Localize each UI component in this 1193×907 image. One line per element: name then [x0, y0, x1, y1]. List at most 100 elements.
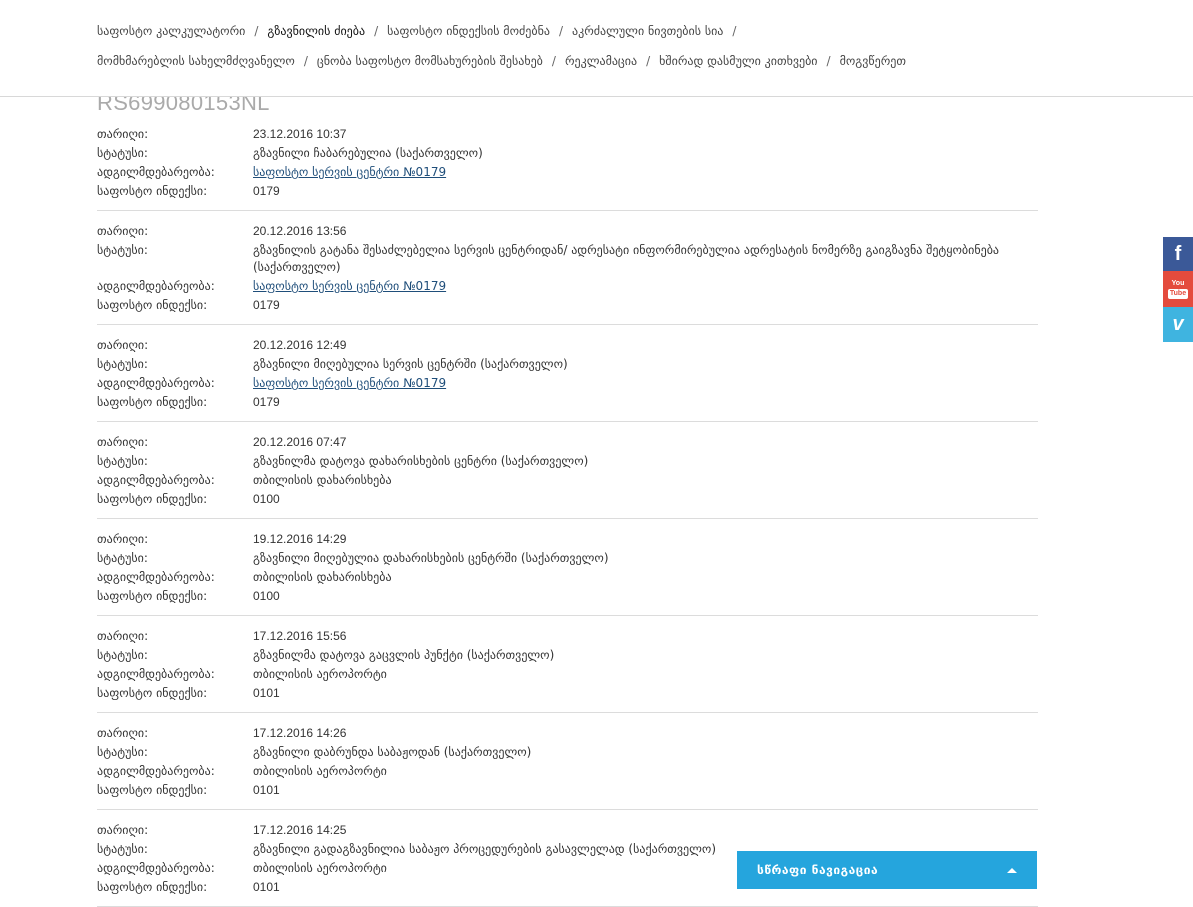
location-value: თბილისის დახარისხება	[253, 570, 392, 584]
youtube-button[interactable]: You Tube	[1163, 271, 1193, 307]
index-row: საფოსტო ინდექსი: 0179	[97, 296, 1038, 315]
location-row: ადგილმდებარეობა: თბილისის აეროპორტი	[97, 665, 1038, 684]
index-label: საფოსტო ინდექსი:	[97, 589, 208, 603]
postal-index-value: 0179	[253, 298, 280, 312]
date-value: 19.12.2016 14:29	[253, 532, 347, 546]
nav-row-2: მომხმარებლის სახელმძღვანელო / ცნობა საფოსტ…	[97, 54, 906, 68]
nav-link[interactable]: საფოსტო ინდექსის მოძებნა	[387, 24, 550, 38]
chevron-up-icon	[1007, 867, 1017, 873]
location-row: ადგილმდებარეობა: თბილისის დახარისხება	[97, 471, 1038, 490]
location-value: თბილისის აეროპორტი	[253, 667, 387, 681]
tracking-history: თარიღი: 23.12.2016 10:37 სტატუსი: გზავნილი …	[97, 121, 1038, 907]
index-row: საფოსტო ინდექსი: 0101	[97, 781, 1038, 800]
date-row: თარიღი: 23.12.2016 10:37	[97, 125, 1038, 144]
date-value: 23.12.2016 10:37	[253, 127, 347, 141]
location-label: ადგილმდებარეობა:	[97, 667, 215, 681]
location-label: ადგილმდებარეობა:	[97, 165, 215, 179]
social-sidebar: f You Tube v	[1163, 237, 1193, 342]
status-value: გზავნილი დაბრუნდა საბაჟოდან (საქართველო)	[253, 745, 532, 759]
facebook-icon: f	[1174, 242, 1182, 265]
tracking-event: თარიღი: 20.12.2016 07:47 სტატუსი: გზავნილმა…	[97, 422, 1038, 519]
facebook-button[interactable]: f	[1163, 237, 1193, 271]
nav-link[interactable]: ხშირად დასმული კითხვები	[659, 54, 817, 68]
location-link[interactable]: საფოსტო სერვის ცენტრი №0179	[253, 376, 446, 390]
status-row: სტატუსი: გზავნილი დაბრუნდა საბაჟოდან (საქ…	[97, 743, 1038, 762]
index-label: საფოსტო ინდექსი:	[97, 492, 208, 506]
status-label: სტატუსი:	[97, 357, 148, 371]
postal-index-value: 0179	[253, 395, 280, 409]
nav-separator: /	[826, 54, 831, 68]
nav-link[interactable]: მოგვწერეთ	[840, 54, 906, 68]
status-row: სტატუსი: გზავნილი მიღებულია დახარისხების …	[97, 549, 1038, 568]
nav-link[interactable]: გზავნილის ძიება	[267, 24, 365, 38]
nav-separator: /	[374, 24, 379, 38]
index-row: საფოსტო ინდექსი: 0100	[97, 490, 1038, 509]
date-row: თარიღი: 19.12.2016 14:29	[97, 530, 1038, 549]
top-navigation: საფოსტო კალკულატორი / გზავნილის ძიება / საფო…	[0, 0, 1193, 97]
index-label: საფოსტო ინდექსი:	[97, 880, 208, 894]
location-row: ადგილმდებარეობა: საფოსტო სერვის ცენტრი №0…	[97, 163, 1038, 182]
status-label: სტატუსი:	[97, 454, 148, 468]
location-row: ადგილმდებარეობა: თბილისის აეროპორტი	[97, 762, 1038, 781]
index-row: საფოსტო ინდექსი: 0179	[97, 393, 1038, 412]
nav-separator: /	[303, 54, 308, 68]
location-row: ადგილმდებარეობა: თბილისის დახარისხება	[97, 568, 1038, 587]
nav-row-1: საფოსტო კალკულატორი / გზავნილის ძიება / საფო…	[97, 24, 745, 38]
nav-separator: /	[646, 54, 651, 68]
date-value: 17.12.2016 14:26	[253, 726, 347, 740]
index-label: საფოსტო ინდექსი:	[97, 298, 208, 312]
location-row: ადგილმდებარეობა: საფოსტო სერვის ცენტრი №0…	[97, 277, 1038, 296]
quick-navigation-button[interactable]: სწრაფი ნავიგაცია	[737, 851, 1037, 889]
status-value: გზავნილმა დატოვა დახარისხების ცენტრი (სა…	[253, 454, 589, 468]
location-row: ადგილმდებარეობა: საფოსტო სერვის ცენტრი №0…	[97, 374, 1038, 393]
date-row: თარიღი: 20.12.2016 12:49	[97, 336, 1038, 355]
location-value: თბილისის აეროპორტი	[253, 764, 387, 778]
date-label: თარიღი:	[97, 127, 149, 141]
youtube-icon: You Tube	[1167, 279, 1189, 299]
date-value: 17.12.2016 15:56	[253, 629, 347, 643]
status-value: გზავნილის გატანა შესაძლებელია სერვის ცენ…	[253, 243, 1000, 274]
date-value: 17.12.2016 14:25	[253, 823, 347, 837]
postal-index-value: 0100	[253, 492, 280, 506]
nav-link[interactable]: მომხმარებლის სახელმძღვანელო	[97, 54, 295, 68]
location-link[interactable]: საფოსტო სერვის ცენტრი №0179	[253, 279, 446, 293]
location-label: ადგილმდებარეობა:	[97, 764, 215, 778]
tracking-event: თარიღი: 20.12.2016 13:56 სტატუსი: გზავნილის…	[97, 211, 1038, 325]
index-label: საფოსტო ინდექსი:	[97, 395, 208, 409]
status-label: სტატუსი:	[97, 243, 148, 257]
index-label: საფოსტო ინდექსი:	[97, 184, 208, 198]
status-value: გზავნილმა დატოვა გაცვლის პუნქტი (საქართვ…	[253, 648, 555, 662]
nav-link[interactable]: ცნობა საფოსტო მომსახურების შესახებ	[317, 54, 543, 68]
vimeo-button[interactable]: v	[1163, 307, 1193, 342]
tracking-event: თარიღი: 17.12.2016 14:26 სტატუსი: გზავნილი …	[97, 713, 1038, 810]
status-label: სტატუსი:	[97, 551, 148, 565]
tracking-event: თარიღი: 23.12.2016 10:37 სტატუსი: გზავნილი …	[97, 121, 1038, 211]
vimeo-icon: v	[1172, 313, 1184, 335]
status-label: სტატუსი:	[97, 745, 148, 759]
nav-link[interactable]: აკრძალული ნივთების სია	[572, 24, 723, 38]
postal-index-value: 0179	[253, 184, 280, 198]
location-label: ადგილმდებარეობა:	[97, 861, 215, 875]
date-row: თარიღი: 17.12.2016 14:26	[97, 724, 1038, 743]
location-link[interactable]: საფოსტო სერვის ცენტრი №0179	[253, 165, 446, 179]
date-label: თარიღი:	[97, 532, 149, 546]
status-value: გზავნილი ჩაბარებულია (საქართველო)	[253, 146, 483, 160]
date-label: თარიღი:	[97, 435, 149, 449]
postal-index-value: 0101	[253, 686, 280, 700]
status-label: სტატუსი:	[97, 842, 148, 856]
date-row: თარიღი: 20.12.2016 07:47	[97, 433, 1038, 452]
index-label: საფოსტო ინდექსი:	[97, 783, 208, 797]
index-label: საფოსტო ინდექსი:	[97, 686, 208, 700]
tracking-event: თარიღი: 20.12.2016 12:49 სტატუსი: გზავნილი …	[97, 325, 1038, 422]
date-value: 20.12.2016 07:47	[253, 435, 347, 449]
postal-index-value: 0100	[253, 589, 280, 603]
nav-link[interactable]: რეკლამაცია	[565, 54, 637, 68]
location-label: ადგილმდებარეობა:	[97, 279, 215, 293]
date-row: თარიღი: 20.12.2016 13:56	[97, 222, 1038, 241]
nav-link[interactable]: საფოსტო კალკულატორი	[97, 24, 245, 38]
status-row: სტატუსი: გზავნილმა დატოვა დახარისხების ცე…	[97, 452, 1038, 471]
date-label: თარიღი:	[97, 224, 149, 238]
status-row: სტატუსი: გზავნილი მიღებულია სერვის ცენტრშ…	[97, 355, 1038, 374]
status-row: სტატუსი: გზავნილმა დატოვა გაცვლის პუნქტი …	[97, 646, 1038, 665]
nav-separator: /	[732, 24, 737, 38]
